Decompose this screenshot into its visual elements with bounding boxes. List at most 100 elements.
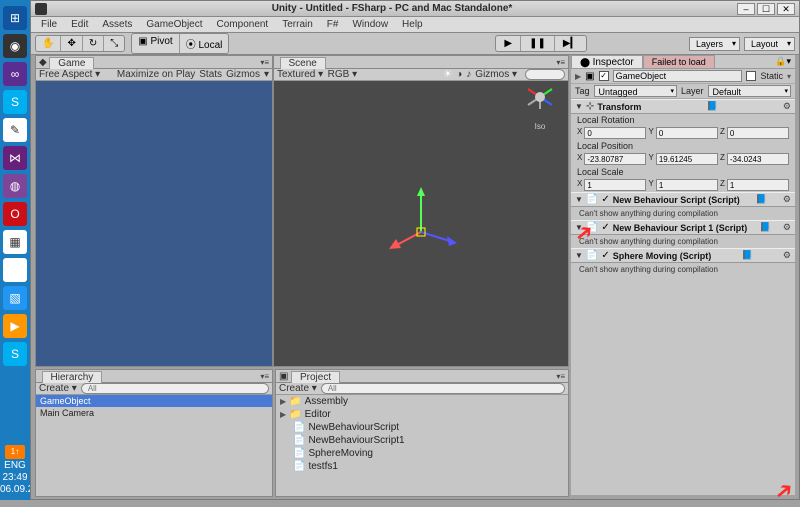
- fold-icon[interactable]: ▶: [575, 72, 581, 81]
- play-button[interactable]: ▶: [496, 36, 521, 51]
- tab-project[interactable]: Project: [291, 371, 340, 383]
- hierarchy-search[interactable]: [81, 383, 269, 394]
- gizmos-toggle[interactable]: Gizmos: [226, 69, 260, 80]
- rot-z[interactable]: [727, 127, 789, 139]
- scl-y[interactable]: [656, 179, 718, 191]
- tab-inspector[interactable]: ⬤ Inspector: [571, 55, 643, 68]
- gizmos-dd[interactable]: Gizmos ▾: [475, 69, 517, 80]
- pos-x[interactable]: [584, 153, 646, 165]
- menu-gameobject[interactable]: GameObject: [140, 19, 208, 30]
- menu-component[interactable]: Component: [211, 19, 275, 30]
- project-item[interactable]: 📄SphereMoving: [276, 447, 568, 460]
- tab-failed[interactable]: Failed to load: [643, 55, 715, 68]
- menu-window[interactable]: Window: [346, 19, 394, 30]
- app-icon-play[interactable]: ▶: [3, 314, 27, 338]
- app-icon-pic[interactable]: ▧: [3, 286, 27, 310]
- project-item[interactable]: 📄testfs1: [276, 460, 568, 473]
- tray-clock[interactable]: 1↑ ENG 23:49 06.09.2012: [0, 440, 30, 500]
- app-icon-unity[interactable]: ◉: [3, 34, 27, 58]
- local-toggle[interactable]: ⦿ Local: [180, 34, 229, 53]
- pause-button[interactable]: ❚❚: [521, 36, 555, 51]
- panel-menu-icon[interactable]: ▾≡: [260, 58, 272, 67]
- menu-help[interactable]: Help: [396, 19, 429, 30]
- script-enabled-checkbox[interactable]: ✓: [601, 222, 609, 233]
- scl-z[interactable]: [727, 179, 789, 191]
- maximize-on-play[interactable]: Maximize on Play: [117, 69, 195, 80]
- tab-hierarchy[interactable]: Hierarchy: [42, 371, 103, 383]
- fold-icon[interactable]: ▼: [575, 102, 583, 111]
- menu-terrain[interactable]: Terrain: [276, 19, 319, 30]
- gear-icon[interactable]: ⚙: [783, 101, 791, 112]
- tool-rotate[interactable]: ↻: [83, 36, 104, 51]
- layer-dropdown[interactable]: Default: [708, 85, 791, 97]
- maximize-button[interactable]: ☐: [757, 3, 775, 15]
- menu-assets[interactable]: Assets: [96, 19, 138, 30]
- aspect-dropdown[interactable]: Free Aspect ▾: [39, 69, 100, 80]
- rgb-dropdown[interactable]: RGB ▾: [328, 69, 357, 80]
- gear-icon[interactable]: ⚙: [783, 194, 791, 205]
- lock-icon[interactable]: 🔒▾: [771, 55, 795, 68]
- project-item[interactable]: ▶📁Assembly: [276, 395, 568, 408]
- panel-menu-icon[interactable]: ▾≡: [556, 58, 568, 67]
- tool-move[interactable]: ✥: [61, 36, 82, 51]
- hierarchy-item[interactable]: Main Camera: [36, 407, 272, 419]
- gameobject-name-field[interactable]: [613, 70, 743, 82]
- minimize-button[interactable]: –: [737, 3, 755, 15]
- tab-scene[interactable]: Scene: [280, 57, 326, 69]
- layout-dropdown[interactable]: Layout: [744, 37, 795, 51]
- pos-z[interactable]: [727, 153, 789, 165]
- layers-dropdown[interactable]: Layers: [689, 37, 740, 51]
- static-checkbox[interactable]: [746, 71, 756, 81]
- project-search[interactable]: [321, 383, 565, 394]
- menu-file[interactable]: File: [35, 19, 63, 30]
- pivot-toggle[interactable]: ▣ Pivot: [132, 34, 179, 53]
- active-checkbox[interactable]: ✓: [599, 71, 609, 81]
- app-icon-opera[interactable]: O: [3, 202, 27, 226]
- app-icon-skype2[interactable]: S: [3, 342, 27, 366]
- help-icon[interactable]: 📘: [756, 194, 767, 205]
- step-button[interactable]: ▶▎: [555, 36, 586, 51]
- tool-hand[interactable]: ✋: [36, 36, 61, 51]
- tool-scale[interactable]: ⤡: [104, 36, 124, 51]
- scene-gizmo[interactable]: Iso: [520, 79, 560, 129]
- project-item[interactable]: 📄NewBehaviourScript: [276, 421, 568, 434]
- shading-dropdown[interactable]: Textured ▾: [277, 69, 323, 80]
- pos-y[interactable]: [656, 153, 718, 165]
- start-button[interactable]: ⊞: [3, 6, 27, 30]
- help-icon[interactable]: 📘: [760, 222, 771, 233]
- help-icon[interactable]: 📘: [741, 250, 752, 261]
- menu-fsharp[interactable]: F#: [321, 19, 345, 30]
- rot-y[interactable]: [656, 127, 718, 139]
- app-icon-vs2[interactable]: ⋈: [3, 146, 27, 170]
- unity-logo-icon: ◆: [39, 57, 47, 68]
- stats-toggle[interactable]: Stats: [199, 69, 222, 80]
- app-icon-skype[interactable]: S: [3, 90, 27, 114]
- script-icon: 📄: [586, 250, 598, 261]
- script-enabled-checkbox[interactable]: ✓: [601, 194, 609, 205]
- menu-bar: File Edit Assets GameObject Component Te…: [31, 17, 799, 33]
- gear-icon[interactable]: ⚙: [783, 250, 791, 261]
- scl-x[interactable]: [584, 179, 646, 191]
- script-enabled-checkbox[interactable]: ✓: [601, 250, 609, 261]
- hierarchy-item[interactable]: GameObject: [36, 395, 272, 407]
- tab-game[interactable]: Game: [49, 57, 94, 69]
- app-icon-media[interactable]: ▦: [3, 230, 27, 254]
- create-dropdown[interactable]: Create ▾: [279, 383, 317, 394]
- help-icon[interactable]: 📘: [707, 101, 718, 112]
- menu-edit[interactable]: Edit: [65, 19, 94, 30]
- project-item[interactable]: ▶📁Editor: [276, 408, 568, 421]
- titlebar[interactable]: Unity - Untitled - FSharp - PC and Mac S…: [31, 1, 799, 17]
- file-icon: 📄: [293, 461, 305, 472]
- file-icon: 📄: [293, 448, 305, 459]
- script-icon: 📄: [586, 194, 598, 205]
- rot-x[interactable]: [584, 127, 646, 139]
- app-icon-notepad[interactable]: ✎: [3, 118, 27, 142]
- create-dropdown[interactable]: Create ▾: [39, 383, 77, 394]
- project-item[interactable]: 📄NewBehaviourScript1: [276, 434, 568, 447]
- gear-icon[interactable]: ⚙: [783, 222, 791, 233]
- app-icon-tor[interactable]: ◍: [3, 174, 27, 198]
- app-icon-vs[interactable]: ∞: [3, 62, 27, 86]
- app-icon-chrome[interactable]: ◉: [3, 258, 27, 282]
- tag-dropdown[interactable]: Untagged: [594, 85, 677, 97]
- close-button[interactable]: ✕: [777, 3, 795, 15]
